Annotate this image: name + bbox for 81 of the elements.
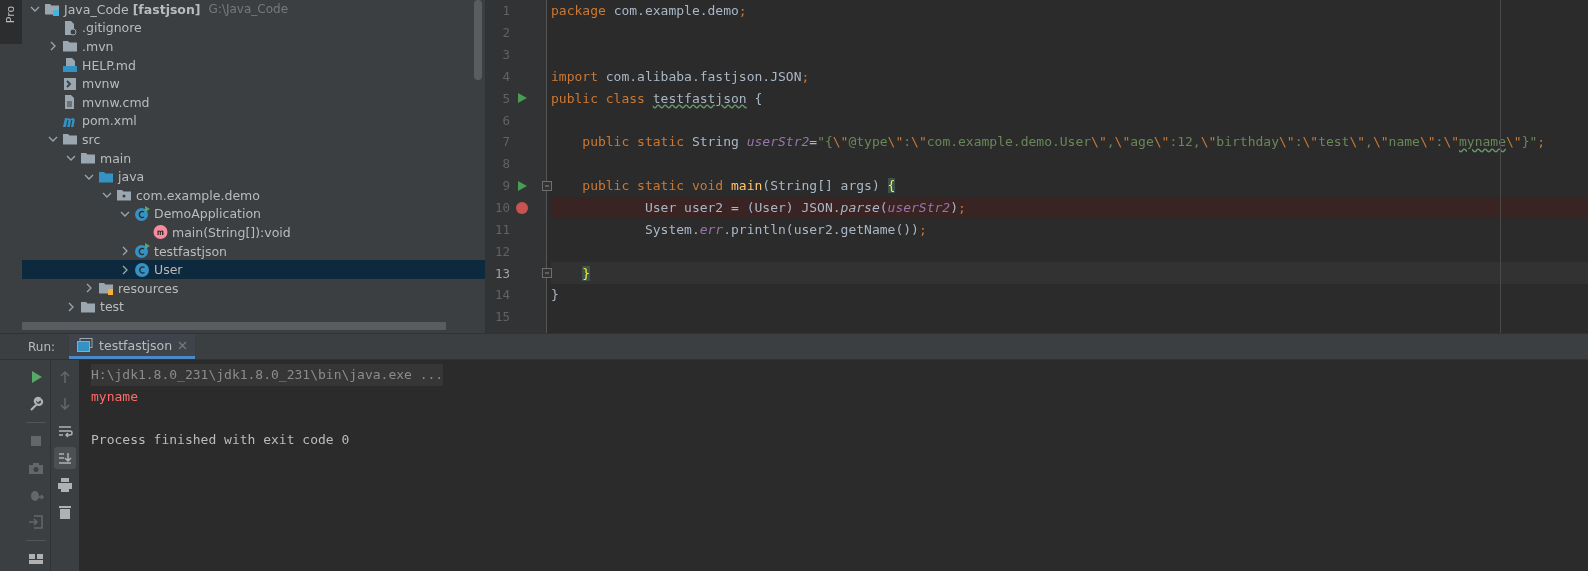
tree-item[interactable]: .mvn [22,37,485,56]
tree-label: testfastjson [154,243,228,259]
line-number: 13 [493,265,510,281]
tree-item[interactable]: java [22,167,485,186]
code-line: public static String userStr2="{\"@type\":\"com.example.demo.User\",\"age\":12,\"birthday\":\"test\",\"name\":\"myname\"}"; [581,134,1546,150]
code-line: import com.alibaba.fastjson.JSON; [551,68,810,84]
tree-item[interactable]: User [22,260,485,279]
tree-label: src [82,131,101,147]
tree-item[interactable]: test [22,297,485,317]
tree-item[interactable]: pom.xml [22,111,485,131]
tree-item[interactable]: DemoApplication [22,204,485,224]
arrow-down-icon [57,396,73,412]
project-tool-tab[interactable]: Pro [0,0,22,44]
code-line: package com.example.demo; [551,3,747,19]
tree-label: main [100,150,132,166]
project-path: G:\Java_Code [208,2,289,17]
tree-item[interactable]: main [22,148,485,168]
tree-item[interactable]: src [22,130,485,149]
layout-icon [28,551,44,567]
toolbar-button[interactable] [54,447,76,469]
printer-icon [57,477,73,493]
tree-item[interactable]: main(String[]):void [22,223,485,242]
method-icon [152,224,168,241]
console-output-line: Process finished with exit code 0 [91,430,350,449]
run-panel-title: Run: [28,339,56,354]
tree-label: mvnw [82,76,120,92]
class-icon [134,243,150,259]
code-line: User user2 = (User) JSON.parse(userStr2); [643,200,966,215]
code-line: public static void main(String[] args) { [581,178,896,194]
trash-icon [57,504,73,520]
tree-item[interactable]: HELP.md [22,55,485,75]
tree-label: main(String[]):void [172,224,291,240]
tree-item[interactable]: mvnw [22,74,485,93]
folder-icon [62,38,78,55]
tree-label: DemoApplication [154,206,261,222]
code-line: System.err.println(user2.getName()); [643,221,927,237]
class-icon [134,261,150,278]
scrollbar[interactable] [474,0,482,80]
tree-item[interactable]: .gitignore [22,18,485,38]
tree-label: java [118,169,145,185]
file-icon [62,19,78,36]
camera-icon [28,460,44,476]
console-output-line: myname [91,387,138,406]
tree-item[interactable]: com.example.demo [22,185,485,205]
code-line: } [551,287,559,303]
tree-label: User [154,262,183,278]
tree-label: .gitignore [82,20,142,36]
run-icon[interactable] [516,92,528,105]
tree-label: HELP.md [82,57,136,73]
tree-label: Java_Code [fastjson] [64,1,201,17]
fold-icon[interactable] [542,268,552,279]
run-icon[interactable] [516,179,528,192]
tree-label: mvnw.cmd [82,94,150,110]
class-icon [134,205,150,222]
tree-item[interactable]: testfastjson [22,241,485,261]
console-icon [77,338,94,352]
folder-icon [80,150,96,167]
markdown-file-icon [62,57,78,74]
tree-label: .mvn [82,39,114,54]
code-line: public class testfastjson { [551,90,763,106]
exit-icon [28,514,44,530]
tree-label: com.example.demo [136,187,260,203]
terminal-icon [62,75,78,92]
tree-label: resources [118,280,179,296]
tree-item[interactable]: mvnw.cmd [22,92,485,112]
wrap-icon [57,423,73,439]
run-tab[interactable]: testfastjson [69,334,196,359]
fold-icon[interactable] [542,180,552,191]
tree-label: pom.xml [82,113,137,129]
breakpoint-icon[interactable] [516,201,528,214]
scroll-to-end-icon [57,450,73,466]
stop-icon [28,433,44,449]
close-icon[interactable] [178,340,188,350]
tree-item[interactable]: Java_Code [fastjson] G:\Java_Code [22,0,485,19]
tree-label: test [100,299,124,315]
scrollbar[interactable] [22,322,446,330]
folder-icon [44,1,60,18]
folder-icon [98,280,114,297]
tree-item[interactable]: resources [22,278,485,298]
package-icon [116,187,132,204]
folder-icon [62,131,78,148]
